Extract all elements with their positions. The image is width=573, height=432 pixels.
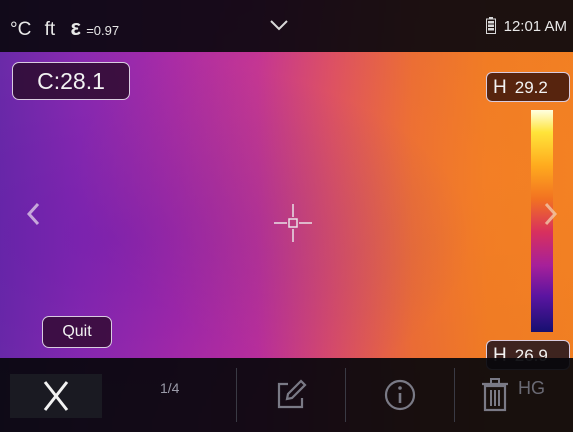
status-bar: °C ft ε =0.97 12:01 AM	[0, 0, 573, 52]
info-icon	[384, 379, 416, 411]
trash-icon	[482, 378, 508, 412]
emissivity-value: =0.97	[86, 23, 120, 38]
clock-time: 12:01 AM	[503, 18, 567, 35]
page-indicator: 1/4	[160, 380, 180, 396]
hg-label: HG	[518, 378, 545, 398]
quit-button[interactable]: Quit	[42, 316, 112, 348]
measurement-units: °C ft ε =0.97	[10, 15, 119, 41]
toolbar-divider	[454, 368, 455, 422]
thermal-image-view: °C ft ε =0.97 12:01 AM C:28.1 H 29.2 H 26.…	[0, 0, 573, 432]
emissivity-symbol: ε	[70, 15, 81, 40]
high-temperature-readout: H 29.2	[486, 72, 570, 102]
high-value: 29.2	[514, 78, 548, 97]
distance-unit: ft	[44, 19, 56, 40]
edit-button[interactable]	[237, 358, 345, 432]
status-area: 12:01 AM	[486, 17, 567, 35]
chevron-right-icon[interactable]	[540, 200, 560, 228]
delete-button[interactable]	[470, 358, 520, 432]
chevron-down-icon[interactable]	[268, 14, 290, 36]
center-temperature-readout: C:28.1	[12, 62, 130, 100]
bottom-toolbar: 1/4 HG	[0, 358, 573, 432]
close-button[interactable]	[10, 374, 102, 418]
crosshair-icon	[274, 204, 312, 242]
info-button[interactable]	[346, 358, 454, 432]
close-icon	[43, 381, 69, 411]
edit-icon	[277, 379, 307, 409]
high-tag: H	[493, 77, 507, 98]
chevron-left-icon[interactable]	[24, 200, 44, 228]
battery-icon	[486, 17, 497, 34]
temperature-unit: °C	[10, 19, 32, 40]
